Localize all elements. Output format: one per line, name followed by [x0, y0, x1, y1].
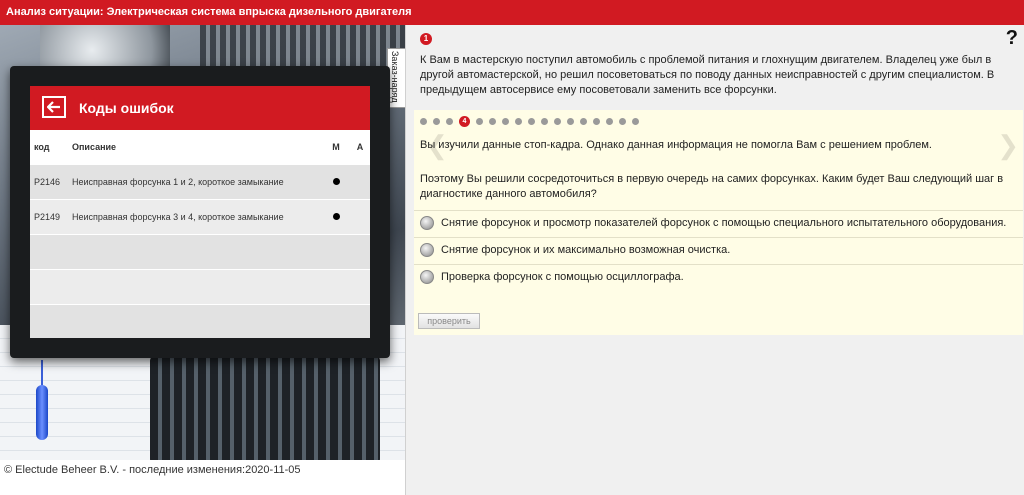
step-dot[interactable] [489, 118, 496, 125]
table-row-empty [30, 268, 370, 304]
table-row-empty [30, 303, 370, 338]
answer-option-label: Снятие форсунок и просмотр показателей ф… [441, 217, 1007, 229]
step-dot[interactable] [606, 118, 613, 125]
back-arrow-icon[interactable] [42, 96, 66, 118]
check-button[interactable]: проверить [418, 313, 480, 329]
step-dot[interactable] [528, 118, 535, 125]
intro-text: К Вам в мастерскую поступил автомобиль с… [420, 54, 995, 96]
answer-option[interactable]: Снятие форсунок и просмотр показателей ф… [414, 210, 1023, 237]
radio-button[interactable] [420, 243, 434, 257]
a-flag [350, 163, 370, 199]
fault-code-title: Коды ошибок [79, 100, 174, 116]
work-order-tab-label: Заказ-наряд [390, 51, 400, 103]
step-dot-active[interactable]: 4 [459, 116, 470, 127]
table-row: P2149 Неисправная форсунка 3 и 4, коротк… [30, 198, 370, 234]
question-panel: 1 ? К Вам в мастерскую поступил автомоби… [405, 25, 1024, 495]
m-flag [322, 163, 350, 199]
engine-part [150, 355, 380, 460]
fault-description: Неисправная форсунка 3 и 4, короткое зам… [68, 198, 322, 234]
column-header-code: код [30, 130, 68, 164]
column-header-m: M [322, 130, 350, 164]
step-dot[interactable] [433, 118, 440, 125]
radio-button[interactable] [420, 270, 434, 284]
fault-description: Неисправная форсунка 1 и 2, короткое зам… [68, 163, 322, 199]
fault-code-monitor: Коды ошибок код Описание M A P2146 Неисп… [10, 66, 390, 358]
step-dot[interactable] [567, 118, 574, 125]
step-dot[interactable] [541, 118, 548, 125]
question-text-1: Вы изучили данные стоп-кадра. Однако дан… [420, 139, 932, 151]
help-icon[interactable]: ? [1006, 27, 1018, 50]
a-flag [350, 198, 370, 234]
answer-options: Снятие форсунок и просмотр показателей ф… [414, 210, 1023, 291]
table-row: P2146 Неисправная форсунка 1 и 2, коротк… [30, 163, 370, 199]
step-dot[interactable] [476, 118, 483, 125]
column-header-a: A [350, 130, 370, 164]
table-header-row: код Описание M A [30, 130, 370, 164]
step-dot[interactable] [580, 118, 587, 125]
intro-number-badge: 1 [420, 33, 432, 45]
step-dot[interactable] [632, 118, 639, 125]
answer-option[interactable]: Снятие форсунок и их максимально возможн… [414, 237, 1023, 264]
fault-code-table: код Описание M A P2146 Неисправная форсу… [30, 130, 370, 338]
column-header-description: Описание [68, 130, 322, 164]
answer-option-label: Проверка форсунок с помощью осциллографа… [441, 271, 684, 283]
question-text-2: Поэтому Вы решили сосредоточиться в перв… [420, 173, 1004, 200]
bullet-icon [332, 212, 340, 220]
fault-code: P2146 [30, 163, 68, 199]
fault-code-header: Коды ошибок [30, 86, 370, 130]
answer-option[interactable]: Проверка форсунок с помощью осциллографа… [414, 264, 1023, 291]
step-dot[interactable] [515, 118, 522, 125]
step-dot[interactable] [619, 118, 626, 125]
radio-button[interactable] [420, 216, 434, 230]
question-box: 4 ❮ ❯ Вы изучили данные стоп-кадра. Одна… [414, 110, 1023, 335]
window-title: Анализ ситуации: Электрическая система в… [0, 0, 1024, 25]
answer-option-label: Снятие форсунок и их максимально возможн… [441, 244, 731, 256]
fault-code-screen: Коды ошибок код Описание M A P2146 Неисп… [30, 86, 370, 338]
step-dot[interactable] [593, 118, 600, 125]
screwdriver-tool[interactable] [36, 385, 48, 440]
step-dot[interactable] [554, 118, 561, 125]
bullet-icon [332, 177, 340, 185]
table-row-empty [30, 233, 370, 269]
step-dot[interactable] [446, 118, 453, 125]
fault-code: P2149 [30, 198, 68, 234]
step-indicator: 4 [420, 116, 645, 127]
step-dot[interactable] [420, 118, 427, 125]
step-dot[interactable] [502, 118, 509, 125]
copyright-footer: © Electude Beheer B.V. - последние измен… [0, 460, 405, 495]
m-flag [322, 198, 350, 234]
